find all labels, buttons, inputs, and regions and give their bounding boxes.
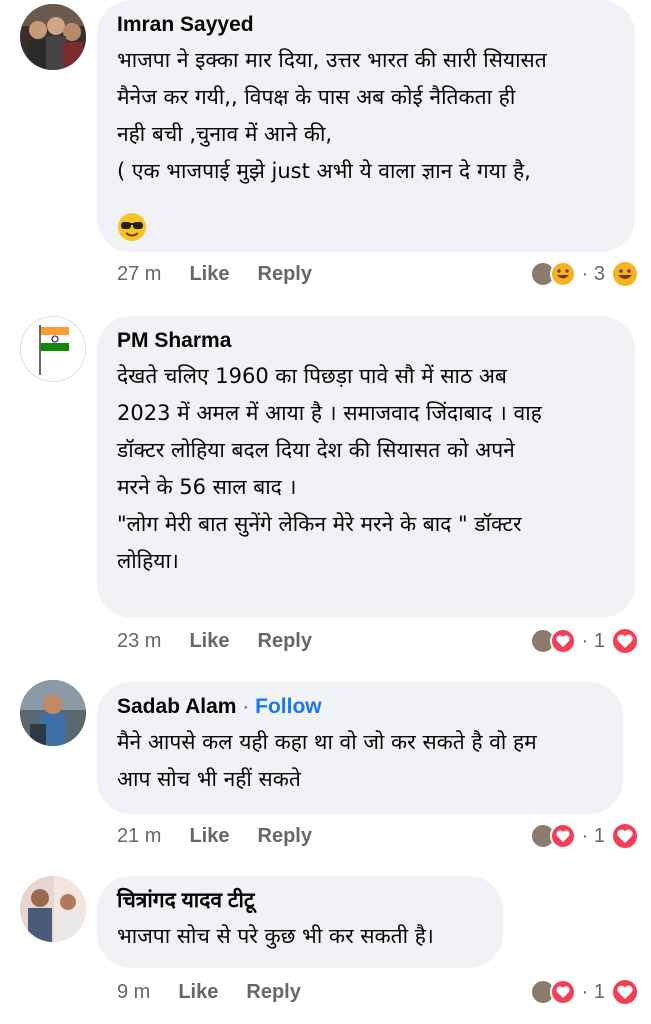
reply-button[interactable]: Reply <box>246 981 300 1004</box>
heart-icon <box>549 979 576 1005</box>
heart-icon[interactable] <box>611 822 639 850</box>
comment-time[interactable]: 9 m <box>117 981 150 1004</box>
dot-separator: · <box>581 629 589 652</box>
comment-author[interactable]: Sadab Alam <box>117 695 236 718</box>
reaction-summary[interactable]: · 1 <box>529 978 639 1006</box>
like-button[interactable]: Like <box>178 981 218 1004</box>
comment-time[interactable]: 23 m <box>117 630 161 653</box>
comment-author[interactable]: PM Sharma <box>117 328 615 354</box>
avatar[interactable] <box>20 316 86 382</box>
reaction-count: 3 <box>593 262 605 285</box>
like-button[interactable]: Like <box>189 630 229 653</box>
haha-icon <box>549 261 576 287</box>
comment-author[interactable]: चित्रांगद यादव टीटू <box>117 888 483 914</box>
reply-button[interactable]: Reply <box>258 630 312 653</box>
comment-author[interactable]: Imran Sayyed <box>117 12 615 38</box>
reply-button[interactable]: Reply <box>258 825 312 848</box>
reaction-summary[interactable]: · 3 <box>529 260 639 288</box>
heart-icon[interactable] <box>611 627 639 655</box>
heart-icon[interactable] <box>611 978 639 1006</box>
heart-icon <box>549 628 576 654</box>
comment-bubble: चित्रांगद यादव टीटू भाजपा सोच से परे कुछ… <box>97 876 503 968</box>
dot-separator: · <box>242 695 250 718</box>
comment-text: भाजपा ने इक्का मार दिया, उत्तर भारत की स… <box>117 48 547 183</box>
reaction-count: 1 <box>593 980 605 1003</box>
comment-actions: 9 m Like Reply <box>117 981 301 1004</box>
comment-bubble: PM Sharma देखते चलिए 1960 का पिछड़ा पावे… <box>97 316 635 618</box>
comment-actions: 27 m Like Reply <box>117 263 312 286</box>
heart-icon <box>549 823 576 849</box>
reaction-count: 1 <box>593 824 605 847</box>
comment-text: भाजपा सोच से परे कुछ भी कर सकती है। <box>117 924 434 948</box>
comment-text: देखते चलिए 1960 का पिछड़ा पावे सौ में सा… <box>117 364 542 573</box>
comment-time[interactable]: 21 m <box>117 825 161 848</box>
comment-time[interactable]: 27 m <box>117 263 161 286</box>
follow-button[interactable]: Follow <box>255 695 322 718</box>
comment-bubble: Sadab Alam · Follow मैने आपसे कल यही कहा… <box>97 682 623 814</box>
avatar[interactable] <box>20 876 86 942</box>
comment-actions: 23 m Like Reply <box>117 630 312 653</box>
comment-text: मैने आपसे कल यही कहा था वो जो कर सकते है… <box>117 730 537 791</box>
comment-bubble: Imran Sayyed भाजपा ने इक्का मार दिया, उत… <box>97 0 635 252</box>
like-button[interactable]: Like <box>189 825 229 848</box>
comment-actions: 21 m Like Reply <box>117 825 312 848</box>
avatar[interactable] <box>20 4 86 70</box>
comment-author-line: Sadab Alam · Follow <box>117 694 603 720</box>
dot-separator: · <box>581 980 589 1003</box>
dot-separator: · <box>581 824 589 847</box>
haha-icon[interactable] <box>611 260 639 288</box>
reaction-summary[interactable]: · 1 <box>529 822 639 850</box>
avatar[interactable] <box>20 680 86 746</box>
reply-button[interactable]: Reply <box>258 263 312 286</box>
dot-separator: · <box>581 262 589 285</box>
sunglasses-emoji-icon <box>117 212 147 246</box>
like-button[interactable]: Like <box>189 263 229 286</box>
reaction-summary[interactable]: · 1 <box>529 627 639 655</box>
reaction-count: 1 <box>593 629 605 652</box>
